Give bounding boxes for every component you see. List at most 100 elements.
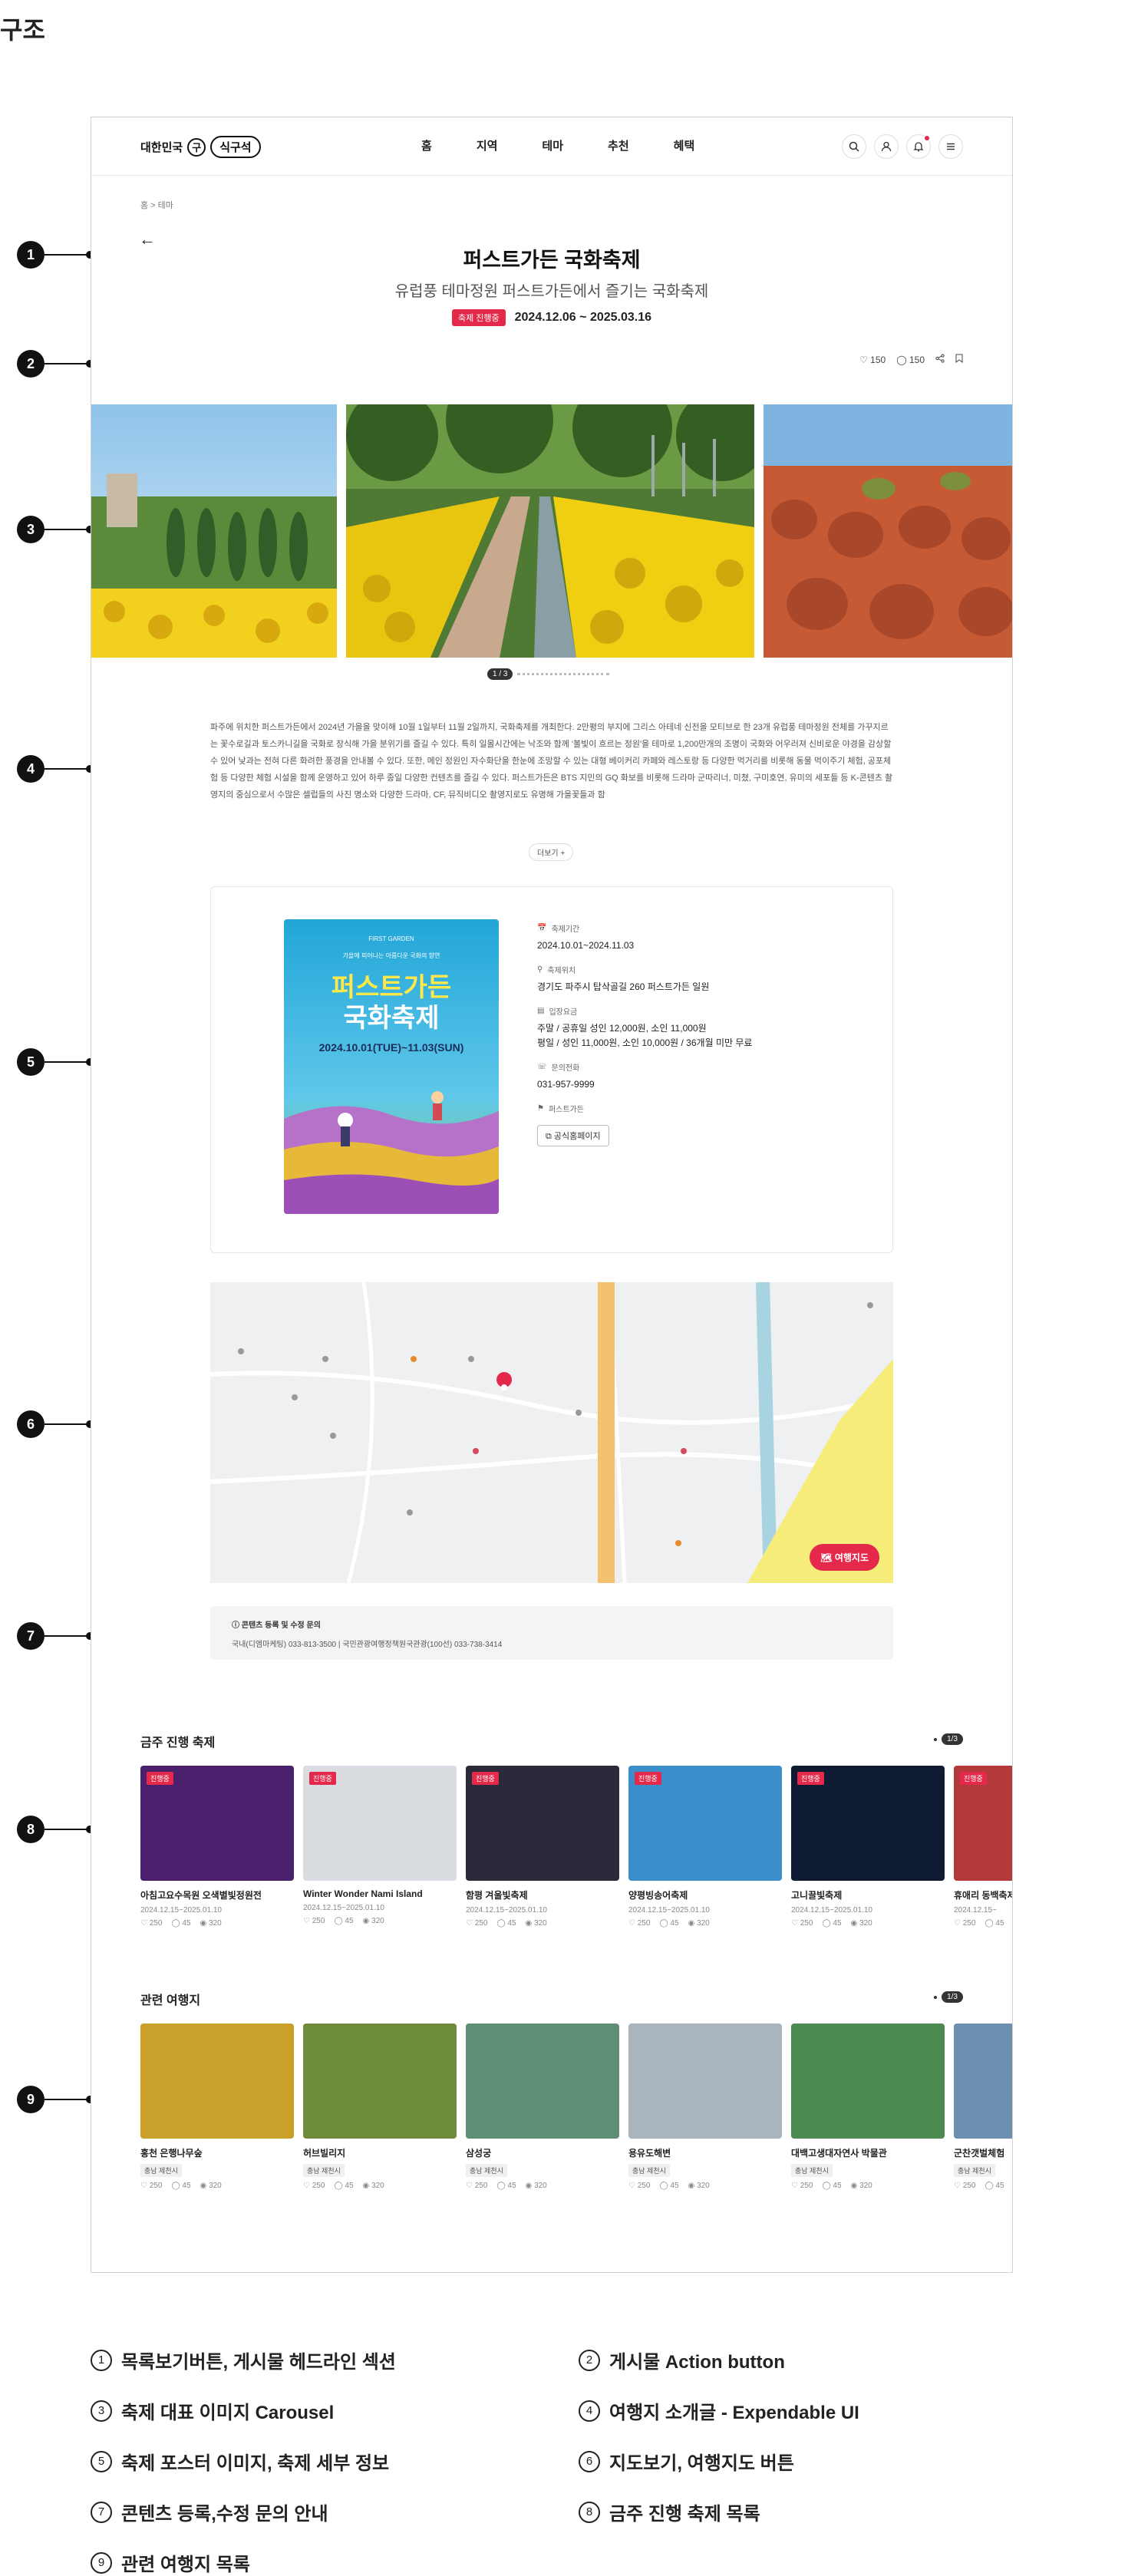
fee-line-2: 평일 / 성인 11,000원, 소인 10,000원 / 36개월 미만 무료 [537, 1037, 753, 1048]
carousel-slide-next[interactable] [764, 404, 1012, 658]
notice-title: ⓘ 콘텐츠 등록 및 수정 문의 [232, 1621, 321, 1630]
related-card[interactable]: 대백고생대자연사 박물관 충남 제천시 ♡ 250 ◯ 45 ◉ 320 [791, 2024, 945, 2190]
svg-text:가을에 피어나는 아름다운 국화의 향연: 가을에 피어나는 아름다운 국화의 향연 [343, 952, 440, 959]
svg-text:FIRST GARDEN: FIRST GARDEN [368, 935, 414, 942]
marker-3: 3 [17, 516, 94, 543]
festival-card-stats: ♡ 250◯ 45◉ 320 [954, 1919, 1012, 1928]
carousel-slide-current[interactable] [346, 404, 754, 658]
festival-card-stats: ♡ 250◯ 45◉ 320 [140, 1919, 294, 1928]
notification-dot [925, 136, 929, 140]
heart-icon: ♡ 250 [628, 2182, 651, 2190]
festival-details: 📅 축제기간 2024.10.01~2024.11.03 ⚲ 축제위치 경기도 파주… [537, 922, 859, 1146]
svg-text:2024.10.01(TUE)~11.03(SUN): 2024.10.01(TUE)~11.03(SUN) [319, 1041, 464, 1054]
region-badge: 충남 제천시 [628, 2164, 670, 2177]
related-card-stats: ♡ 250 ◯ 45 ◉ 320 [140, 2182, 294, 2190]
festival-card-name: 휴애리 동백축제 [954, 1890, 1013, 1901]
site-header: 대한민국 구 식구석 홈 지역 테마 추천 혜택 [91, 117, 1012, 176]
bell-icon[interactable] [906, 134, 931, 159]
comment-icon: ◯ 45 [496, 2182, 516, 2190]
homepage-button[interactable]: ⧉ 공식홈페이지 [537, 1125, 609, 1146]
marker-8: 8 [17, 1816, 94, 1843]
festival-card[interactable]: 진행중 고니끌빛축제 2024.12.15~2025.01.10 ♡ 250 ◯ 45 ◉… [791, 1766, 945, 1928]
festival-card[interactable]: 진행중 아침고요수목원 오색별빛정원전 2024.12.15~2025.01.10 ♡… [140, 1766, 294, 1928]
related-card[interactable]: 군찬갯벌체험충남 제천시♡ 250◯ 45◉ 320 [954, 2024, 1012, 2190]
festival-card[interactable]: 진행중휴애리 동백축제2024.12.15~♡ 250◯ 45◉ 320 [954, 1766, 1013, 1928]
related-card-name: 허브빌리지 [303, 2148, 346, 2159]
carousel-slide-prev[interactable] [91, 404, 337, 658]
eye-icon: ◉ 320 [688, 2182, 710, 2190]
search-icon[interactable] [842, 134, 866, 159]
legend-item: 2 게시물 Action button [579, 2347, 785, 2373]
related-card-image [303, 2024, 457, 2139]
festival-card[interactable]: 진행중 Winter Wonder Nami Island 2024.12.15~2… [303, 1766, 457, 1928]
nav-theme[interactable]: 테마 [542, 137, 563, 153]
related-card-name: 군찬갯벌체험 [954, 2148, 1005, 2159]
festival-card-image: 진행중 [628, 1766, 782, 1881]
related-card-stats: ♡ 250 ◯ 45 ◉ 320 [466, 2182, 619, 2190]
eye-icon: ◉ 320 [200, 2182, 222, 2190]
marker-6: 6 [17, 1410, 94, 1438]
festival-dates: 2024.12.06 ~ 2025.03.16 [514, 311, 652, 324]
related-card-stats: ♡ 250 ◯ 45 ◉ 320 [791, 2182, 945, 2190]
marker-7: 7 [17, 1622, 94, 1650]
related-card[interactable]: 허브빌리지 충남 제천시 ♡ 250 ◯ 45 ◉ 320 [303, 2024, 457, 2190]
legend-item: 1 목록보기버튼, 게시물 헤드라인 섹션 [91, 2347, 396, 2373]
nav-recommend[interactable]: 추천 [608, 137, 629, 153]
site-logo[interactable]: 대한민국 구 식구석 [140, 136, 261, 158]
heart-icon: ♡ 250 [303, 1917, 325, 1925]
marker-1: 1 [17, 241, 94, 269]
heart-icon: ♡ 250 [140, 1919, 163, 1928]
breadcrumb[interactable]: 홈 > 테마 [140, 199, 173, 211]
like-button[interactable]: ♡ 150 [859, 355, 886, 365]
ticket-icon: ▤ [537, 1007, 545, 1015]
status-badge: 진행중 [309, 1772, 336, 1785]
nav-home[interactable]: 홈 [421, 137, 432, 153]
related-card[interactable]: 홍천 은행나무숲 충남 제천시 ♡ 250 ◯ 45 ◉ 320 [140, 2024, 294, 2190]
festival-card[interactable]: 진행중 함평 겨울빛축제 2024.12.15~2025.01.10 ♡ 250 ◯ 4… [466, 1766, 619, 1928]
legend-item: 8 금주 진행 축제 목록 [579, 2498, 760, 2525]
post-actions: ♡ 150 ◯ 150 [859, 354, 963, 365]
travel-map-button[interactable]: 🗺 여행지도 [810, 1544, 879, 1571]
share-icon[interactable] [935, 354, 945, 365]
legend-item: 7 콘텐츠 등록,수정 문의 안내 [91, 2498, 328, 2525]
festival-card-image: 진행중 [303, 1766, 457, 1881]
comment-icon: ◯ 45 [985, 1919, 1004, 1928]
related-title: 관련 여행지 [140, 1994, 201, 2007]
festival-card-image: 진행중 [466, 1766, 619, 1881]
festivals-pager[interactable]: 1/3 [934, 1733, 963, 1745]
status-badge: 진행중 [960, 1772, 987, 1785]
map-view[interactable]: 🗺 여행지도 [210, 1282, 893, 1583]
menu-icon[interactable] [938, 134, 963, 159]
page-heading: 구조 [0, 16, 45, 44]
location-icon: ⚲ [537, 965, 543, 974]
status-badge: 진행중 [635, 1772, 661, 1785]
user-icon[interactable] [874, 134, 899, 159]
carousel-pager[interactable]: 1 / 3 [487, 668, 610, 680]
related-pager[interactable]: 1/3 [934, 1991, 963, 2003]
fee-line-1: 주말 / 공휴일 성인 12,000원, 소인 11,000원 [537, 1023, 707, 1034]
related-card[interactable]: 용유도해변 충남 제천시 ♡ 250 ◯ 45 ◉ 320 [628, 2024, 782, 2190]
bookmark-icon[interactable] [955, 354, 963, 365]
heart-icon: ♡ 250 [303, 2182, 325, 2190]
region-badge: 충남 제천시 [791, 2164, 833, 2177]
heart-icon: ♡ 250 [466, 1919, 488, 1928]
notice-contact: 국내(디엠마케팅) 033-813-3500 | 국민관광여행정책원국관광(10… [232, 1641, 503, 1649]
host-icon: ⚑ [537, 1104, 544, 1113]
nav-region[interactable]: 지역 [477, 137, 498, 153]
page-subtitle: 유럽풍 테마정원 퍼스트가든에서 즐기는 국화축제 [394, 283, 709, 300]
comment-button[interactable]: ◯ 150 [896, 355, 925, 365]
legend-text: 게시물 Action button [609, 2352, 785, 2373]
heart-icon: ♡ 250 [791, 2182, 813, 2190]
legend-text: 축제 대표 이미지 Carousel [121, 2403, 335, 2423]
heart-icon: ♡ 250 [954, 2182, 976, 2190]
festival-date-row: 축제 진행중 2024.12.06 ~ 2025.03.16 [91, 309, 1012, 326]
nav-benefit[interactable]: 혜택 [674, 137, 695, 153]
comment-icon: ◯ 45 [496, 1919, 516, 1928]
festival-card-stats: ♡ 250◯ 45◉ 320 [466, 1919, 619, 1928]
carousel-progress [517, 673, 610, 675]
legend-number: 1 [91, 2349, 112, 2371]
related-card[interactable]: 삼성궁 충남 제천시 ♡ 250 ◯ 45 ◉ 320 [466, 2024, 619, 2190]
more-button[interactable]: 더보기 + [529, 843, 574, 861]
festival-card[interactable]: 진행중 양평빙송어축제 2024.12.15~2025.01.10 ♡ 250 ◯ 45… [628, 1766, 782, 1928]
legend-item: 5 축제 포스터 이미지, 축제 세부 정보 [91, 2448, 389, 2475]
